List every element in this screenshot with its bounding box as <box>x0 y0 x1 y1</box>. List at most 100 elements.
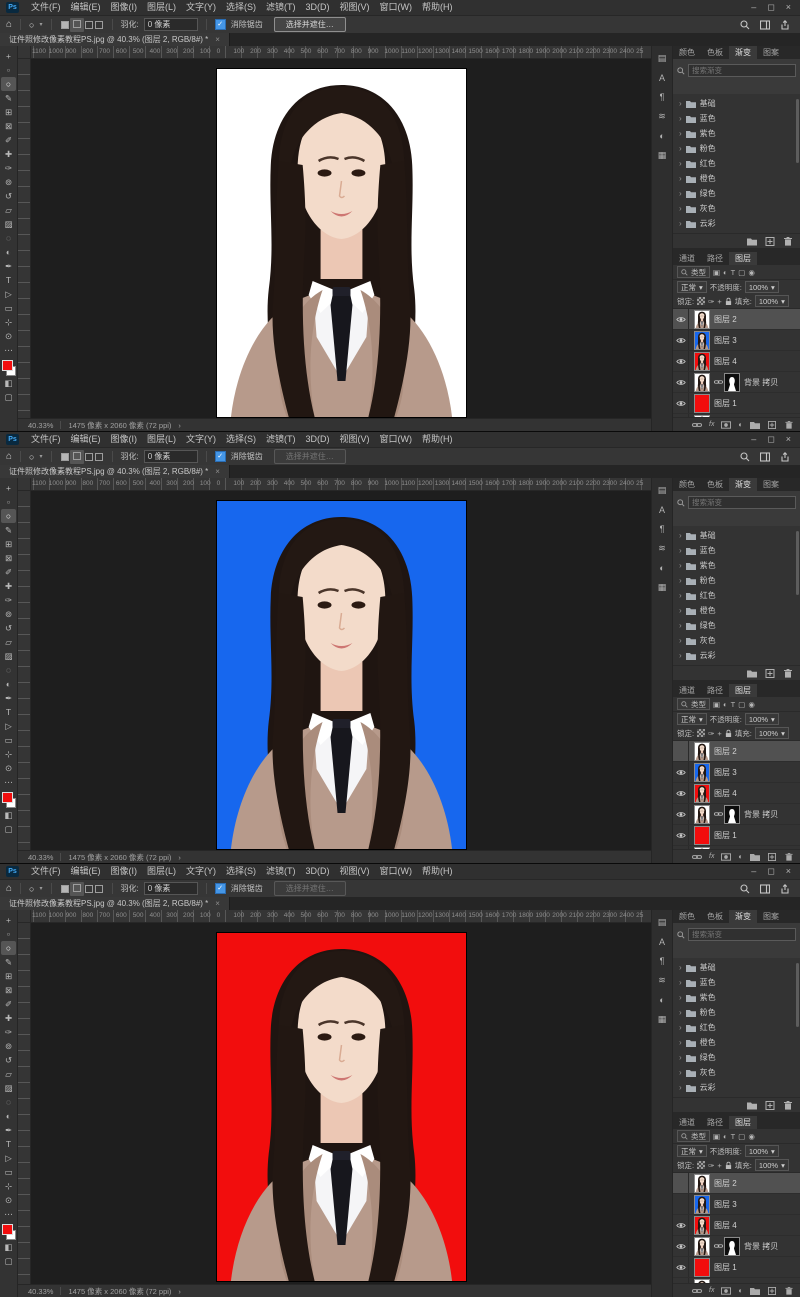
gradient-group-row[interactable]: › 云彩 <box>673 1080 800 1095</box>
scrollbar[interactable] <box>796 99 799 163</box>
canvas-area[interactable] <box>31 491 651 850</box>
layer-thumbnail[interactable] <box>695 785 709 802</box>
subtract-from-selection-icon[interactable] <box>85 453 93 461</box>
filter-type-text-icon[interactable]: T <box>731 700 736 709</box>
color-swatches[interactable] <box>2 1224 16 1240</box>
visibility-toggle[interactable] <box>673 1257 689 1277</box>
libraries-panel-icon[interactable]: ▦ <box>658 150 667 161</box>
add-to-selection-icon[interactable] <box>73 884 81 892</box>
visibility-toggle[interactable] <box>673 783 689 803</box>
frame-tool-icon[interactable]: ⊠ <box>1 983 16 997</box>
gradient-group-row[interactable]: › 红色 <box>673 1020 800 1035</box>
tab-color[interactable]: 颜色 <box>673 478 701 491</box>
layer-style-icon[interactable]: fx <box>709 853 714 860</box>
chevron-right-icon[interactable]: › <box>679 1008 682 1017</box>
layer-name[interactable]: 图层 3 <box>714 767 737 778</box>
edit-toolbar-icon[interactable]: ⋯ <box>1 1207 16 1221</box>
layer-row[interactable]: 图层 3 <box>673 762 800 783</box>
chevron-right-icon[interactable]: › <box>679 1023 682 1032</box>
layer-name[interactable]: 背景 拷贝 <box>744 377 778 388</box>
zoom-tool-icon[interactable]: ⊙ <box>1 1193 16 1207</box>
new-layer-icon[interactable] <box>767 853 777 861</box>
gradient-search-input[interactable] <box>688 64 796 77</box>
glyphs-panel-icon[interactable]: ≋ <box>658 975 666 986</box>
filter-adjustment-icon[interactable]: ◐ <box>723 1132 728 1141</box>
eraser-tool-icon[interactable]: ▱ <box>1 1067 16 1081</box>
tab-close-icon[interactable]: × <box>215 35 220 44</box>
tab-channels[interactable]: 通道 <box>673 684 701 697</box>
layer-name[interactable]: 图层 4 <box>714 788 737 799</box>
tab-layers[interactable]: 图层 <box>729 252 757 265</box>
character-panel-icon[interactable]: A <box>659 505 665 515</box>
edit-toolbar-icon[interactable]: ⋯ <box>1 775 16 789</box>
menubar-item[interactable]: 选择(S) <box>221 432 261 447</box>
layer-name[interactable]: 图层 3 <box>714 335 737 346</box>
chevron-right-icon[interactable]: › <box>679 189 682 198</box>
chevron-right-icon[interactable]: › <box>679 129 682 138</box>
layer-name[interactable]: 图层 4 <box>714 1220 737 1231</box>
delete-layer-icon[interactable] <box>784 853 794 861</box>
clone-stamp-tool-icon[interactable]: ⊚ <box>1 607 16 621</box>
intersect-selection-icon[interactable] <box>95 885 103 893</box>
subtract-from-selection-icon[interactable] <box>85 21 93 29</box>
chevron-down-icon[interactable]: ▾ <box>39 21 42 28</box>
layer-thumbnail[interactable] <box>695 1259 709 1276</box>
tab-close-icon[interactable]: × <box>215 467 220 476</box>
hand-tool-icon[interactable]: ⊹ <box>1 747 16 761</box>
blend-mode-select[interactable]: 正常 ▾ <box>677 1145 707 1157</box>
move-tool-icon[interactable]: + <box>1 481 16 495</box>
select-and-mask-button[interactable]: 选择并遮住… <box>274 881 346 896</box>
history-brush-tool-icon[interactable]: ↺ <box>1 189 16 203</box>
brush-tool-icon[interactable]: ✑ <box>1 1025 16 1039</box>
gradient-group-row[interactable]: › 基础 <box>673 96 800 111</box>
paragraph-panel-icon[interactable]: ¶ <box>660 92 665 102</box>
chevron-right-icon[interactable]: › <box>679 993 682 1002</box>
visibility-toggle[interactable] <box>673 372 689 392</box>
gradient-group-row[interactable]: › 粉色 <box>673 141 800 156</box>
visibility-toggle[interactable] <box>673 330 689 350</box>
layer-name[interactable]: 图层 3 <box>714 1199 737 1210</box>
quick-mask-icon[interactable]: ◧ <box>1 376 16 390</box>
antialias-checkbox[interactable]: ✓ <box>215 883 226 894</box>
gradient-search-input[interactable] <box>688 928 796 941</box>
gradient-group-row[interactable]: › 橙色 <box>673 1035 800 1050</box>
delete-icon[interactable] <box>783 1101 793 1110</box>
layer-thumbnail[interactable] <box>695 1280 709 1284</box>
frame-tool-icon[interactable]: ⊠ <box>1 551 16 565</box>
filter-smart-object-icon[interactable]: ▢ <box>738 700 745 709</box>
tab-channels[interactable]: 通道 <box>673 1116 701 1129</box>
tab-paths[interactable]: 路径 <box>701 1116 729 1129</box>
quick-mask-icon[interactable]: ◧ <box>1 808 16 822</box>
layer-thumbnail[interactable] <box>695 311 709 328</box>
paragraph-panel-icon[interactable]: ¶ <box>660 524 665 534</box>
crop-tool-icon[interactable]: ⊞ <box>1 537 16 551</box>
marquee-tool-icon[interactable]: ▫ <box>1 927 16 941</box>
filter-pixel-icon[interactable]: ▣ <box>713 700 720 709</box>
layer-name[interactable]: 图层 2 <box>714 314 737 325</box>
feather-input[interactable]: 0 像素 <box>144 882 198 895</box>
lock-all-icon[interactable] <box>725 1161 732 1170</box>
zoom-tool-icon[interactable]: ⊙ <box>1 761 16 775</box>
lock-pixels-icon[interactable]: ✑ <box>708 297 714 306</box>
mask-link-icon[interactable] <box>714 379 723 385</box>
eraser-tool-icon[interactable]: ▱ <box>1 203 16 217</box>
close-button[interactable]: × <box>786 866 791 877</box>
new-selection-icon[interactable] <box>61 21 69 29</box>
tab-layers[interactable]: 图层 <box>729 684 757 697</box>
adjustments-panel-icon[interactable]: ◐ <box>659 995 664 1005</box>
pen-tool-icon[interactable]: ✒ <box>1 691 16 705</box>
layer-style-icon[interactable]: fx <box>709 1287 714 1294</box>
zoom-level[interactable]: 40.33% <box>28 853 53 862</box>
character-panel-icon[interactable]: A <box>659 937 665 947</box>
close-button[interactable]: × <box>786 2 791 13</box>
delete-layer-icon[interactable] <box>784 421 794 429</box>
gradient-group-row[interactable]: › 云彩 <box>673 648 800 663</box>
tab-paths[interactable]: 路径 <box>701 684 729 697</box>
adjustments-panel-icon[interactable]: ◐ <box>659 131 664 141</box>
new-gradient-icon[interactable] <box>765 669 775 678</box>
feather-input[interactable]: 0 像素 <box>144 18 198 31</box>
layer-thumbnail[interactable] <box>695 395 709 412</box>
path-select-tool-icon[interactable]: ▷ <box>1 1151 16 1165</box>
layer-row[interactable]: 图层 2 <box>673 741 800 762</box>
tab-close-icon[interactable]: × <box>215 899 220 908</box>
